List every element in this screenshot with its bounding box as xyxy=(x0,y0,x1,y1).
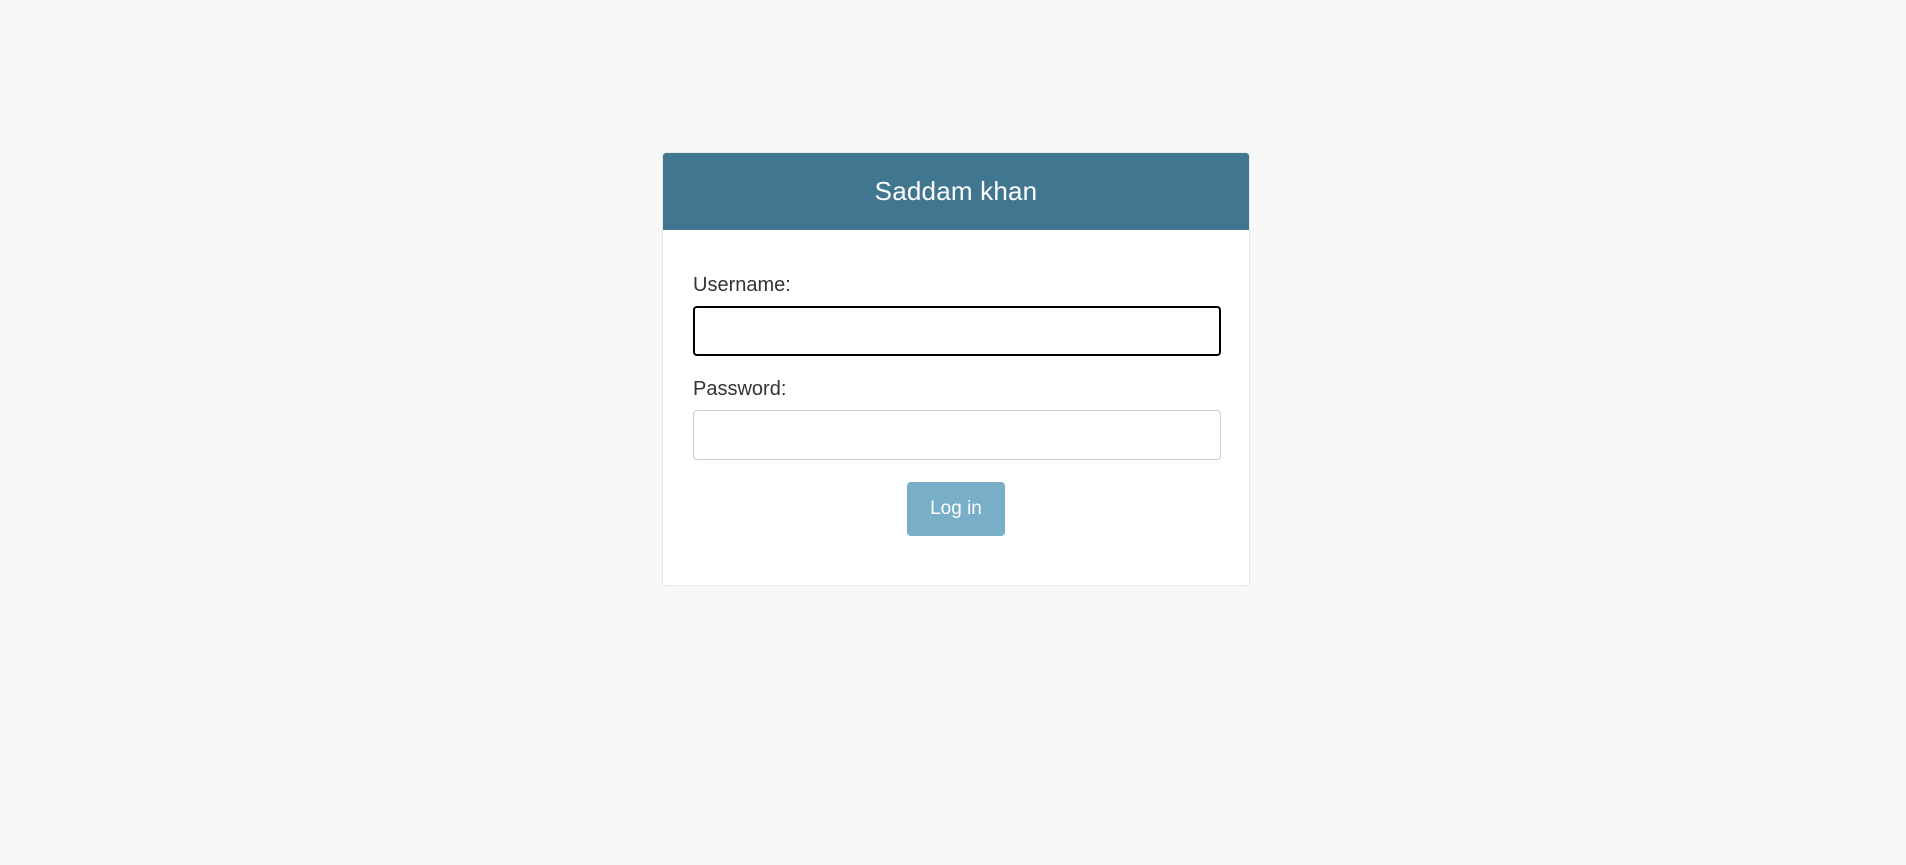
site-header: Saddam khan xyxy=(663,153,1249,230)
username-row: Username: xyxy=(693,274,1221,356)
submit-row: Log in xyxy=(693,482,1219,536)
login-button[interactable]: Log in xyxy=(907,482,1005,536)
site-title: Saddam khan xyxy=(874,176,1038,206)
username-input[interactable] xyxy=(693,306,1221,356)
password-label: Password: xyxy=(693,378,787,400)
username-label: Username: xyxy=(693,274,791,296)
password-input[interactable] xyxy=(693,410,1221,460)
password-row: Password: xyxy=(693,378,1221,460)
login-form: Username: Password: Log in xyxy=(663,230,1249,536)
login-card: Saddam khan Username: Password: Log in xyxy=(662,152,1250,586)
